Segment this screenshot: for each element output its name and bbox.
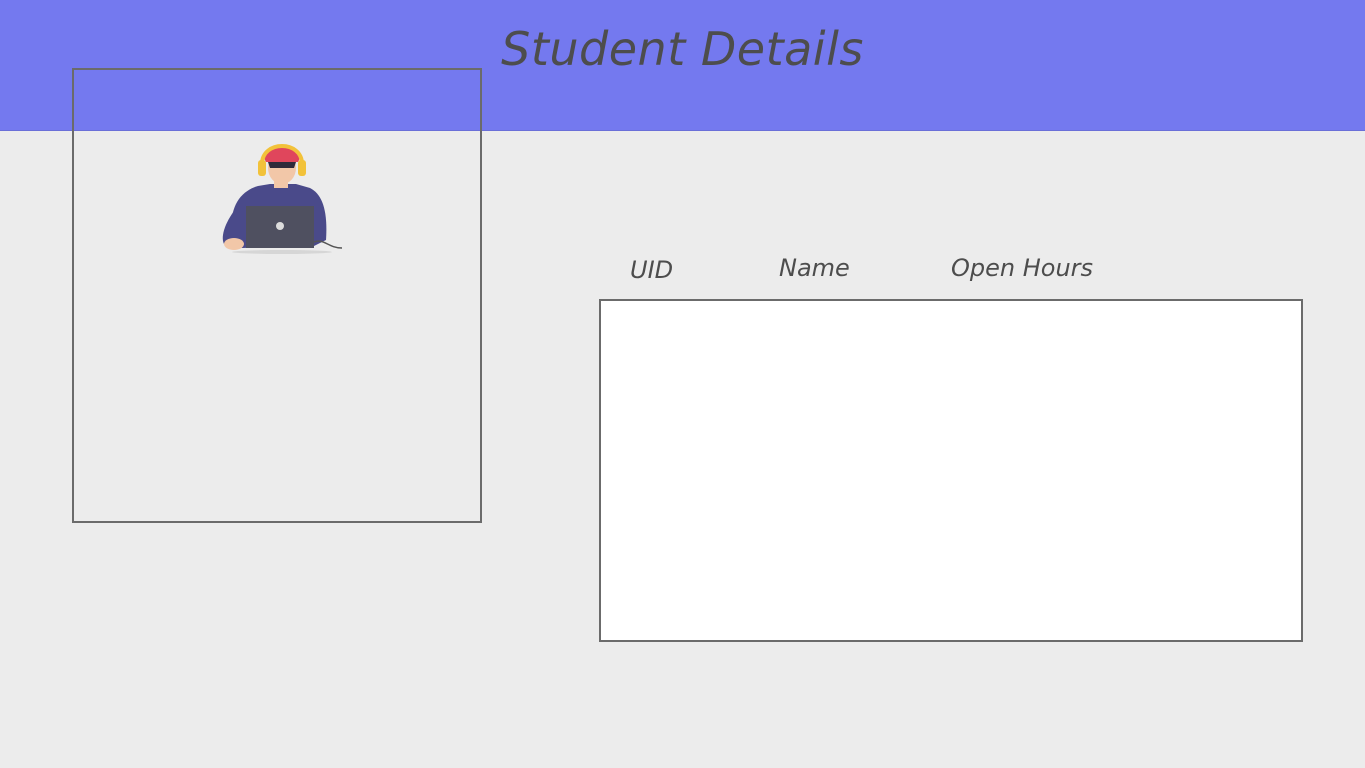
column-header-uid: UID	[630, 256, 674, 284]
column-header-name: Name	[779, 254, 850, 282]
student-details-page: Student Details UID Name Open Hours	[0, 0, 1365, 768]
student-avatar-icon	[222, 144, 343, 254]
column-header-open-hours: Open Hours	[951, 254, 1094, 282]
student-table[interactable]	[599, 299, 1303, 642]
student-photo-frame	[72, 68, 482, 523]
